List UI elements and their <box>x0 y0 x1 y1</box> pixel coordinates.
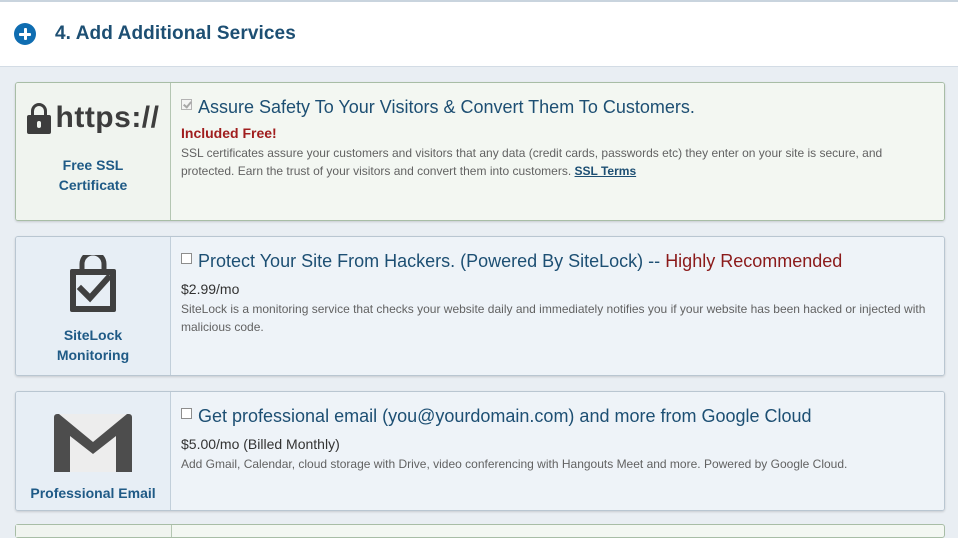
email-card-content: Get professional email (you@yourdomain.c… <box>171 392 944 510</box>
sitelock-service-card: SiteLock Monitoring Protect Your Site Fr… <box>15 236 945 376</box>
sitelock-caption-line2: Monitoring <box>56 347 130 363</box>
email-description: Add Gmail, Calendar, cloud storage with … <box>181 457 848 471</box>
sitelock-shield-check-icon <box>70 255 116 312</box>
ssl-caption-line1: Free SSL <box>62 157 124 173</box>
ssl-description-text: SSL certificates assure your customers a… <box>181 146 883 178</box>
sitelock-title: Protect Your Site From Hackers. (Powered… <box>198 250 842 272</box>
expand-plus-icon[interactable] <box>14 23 36 45</box>
sitelock-card-content: Protect Your Site From Hackers. (Powered… <box>171 237 944 375</box>
highly-recommended-label: Highly Recommended <box>665 251 843 271</box>
ssl-description: SSL certificates assure your customers a… <box>181 144 934 180</box>
https-logo-text: https:// <box>55 101 160 134</box>
section-header[interactable]: 4. Add Additional Services <box>0 2 958 67</box>
ssl-service-card: https:// Free SSL Certificate Assure Saf… <box>15 82 945 221</box>
ssl-checkbox[interactable] <box>181 99 192 110</box>
email-price: $5.00/mo (Billed Monthly) <box>181 436 340 452</box>
ssl-card-badge: https:// Free SSL Certificate <box>16 83 171 220</box>
sitelock-title-text: Protect Your Site From Hackers. (Powered… <box>198 251 661 271</box>
padlock-icon <box>26 102 51 134</box>
sitelock-description: SiteLock is a monitoring service that ch… <box>181 302 926 334</box>
ssl-caption-line2: Certificate <box>58 177 128 193</box>
ssl-terms-link[interactable]: SSL Terms <box>575 164 637 178</box>
next-service-card-partial <box>15 524 945 538</box>
section-title: 4. Add Additional Services <box>55 23 296 44</box>
email-envelope-icon <box>54 414 132 472</box>
email-caption: Professional Email <box>30 485 156 501</box>
included-free-label: Included Free! <box>181 125 277 141</box>
email-card-badge: Professional Email <box>16 392 171 510</box>
email-title: Get professional email (you@yourdomain.c… <box>198 406 812 426</box>
email-service-card: Professional Email Get professional emai… <box>15 391 945 511</box>
sitelock-price: $2.99/mo <box>181 281 240 297</box>
ssl-card-content: Assure Safety To Your Visitors & Convert… <box>171 83 944 220</box>
sitelock-caption-line1: SiteLock <box>63 327 123 343</box>
sitelock-checkbox[interactable] <box>181 253 192 264</box>
sitelock-card-badge: SiteLock Monitoring <box>16 237 171 375</box>
ssl-title: Assure Safety To Your Visitors & Convert… <box>198 97 695 117</box>
email-checkbox[interactable] <box>181 408 192 419</box>
https-logo: https:// <box>26 101 160 135</box>
